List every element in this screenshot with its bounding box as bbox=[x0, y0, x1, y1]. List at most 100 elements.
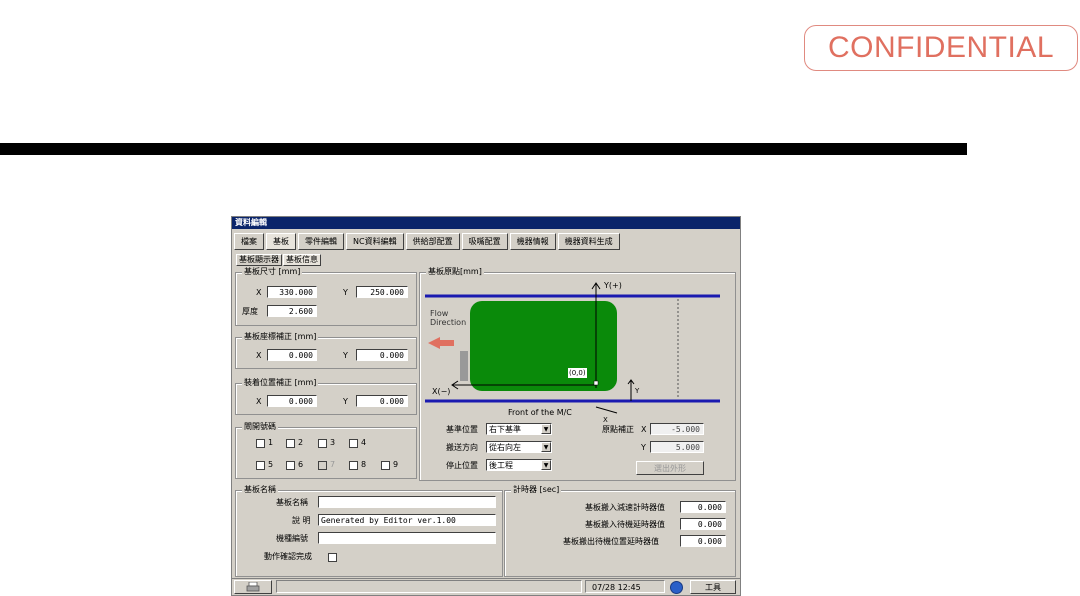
stopper-block bbox=[460, 351, 468, 381]
tab-nc-data[interactable]: NC資料編輯 bbox=[346, 233, 404, 250]
gate-3-label: 3 bbox=[330, 438, 336, 447]
x-dim-line bbox=[595, 406, 618, 414]
gate-5-checkbox[interactable] bbox=[256, 461, 265, 470]
gate-7-label: 7 bbox=[330, 460, 336, 469]
gate-6-label: 6 bbox=[298, 460, 304, 469]
board-offset-title: 基板座標補正 [mm] bbox=[242, 332, 319, 342]
timer-row-2-label: 基板搬入待機延時器值 bbox=[585, 520, 665, 529]
gate-9-checkbox[interactable] bbox=[381, 461, 390, 470]
origin-coord-label: (0,0) bbox=[568, 368, 587, 378]
conv-dir-select[interactable]: 從右向左 ▼ bbox=[486, 441, 552, 453]
confirm-done-label: 動作確認完成 bbox=[264, 552, 312, 561]
board-name-field[interactable] bbox=[318, 496, 496, 508]
tab-machine-data-gen[interactable]: 機器資料生成 bbox=[557, 233, 620, 250]
confirm-done-checkbox[interactable] bbox=[328, 553, 337, 562]
description-field[interactable]: Generated by Editor ver.1.00 bbox=[318, 514, 496, 526]
front-label: Front of the M/C bbox=[508, 408, 572, 417]
stop-pos-select[interactable]: 後工程 ▼ bbox=[486, 459, 552, 471]
board-offset-y-label: Y bbox=[343, 351, 348, 360]
y-dim-label: Y bbox=[635, 387, 640, 395]
board-offset-y-field[interactable]: 0.000 bbox=[356, 349, 408, 361]
chevron-down-icon: ▼ bbox=[541, 442, 551, 452]
tab-board[interactable]: 基板 bbox=[266, 233, 296, 250]
printer-icon bbox=[246, 581, 260, 592]
timer-group: 計時器 [sec] 基板搬入減速計時器值 0.000 基板搬入待機延時器值 0.… bbox=[504, 485, 736, 577]
thickness-field[interactable]: 2.600 bbox=[267, 305, 317, 317]
gate-6-checkbox[interactable] bbox=[286, 461, 295, 470]
board-origin-diagram bbox=[425, 282, 720, 414]
board-name-label: 基板名稱 bbox=[276, 498, 308, 507]
gate-4-checkbox[interactable] bbox=[349, 439, 358, 448]
ref-pos-select[interactable]: 右下基準 ▼ bbox=[486, 423, 552, 435]
window-title: 資料編輯 bbox=[232, 217, 740, 229]
board-size-title: 基板尺寸 [mm] bbox=[242, 267, 303, 277]
board-name-title: 基板名稱 bbox=[242, 485, 278, 495]
y-axis-label: Y(+) bbox=[604, 281, 622, 290]
board-size-group: 基板尺寸 [mm] X 330.000 Y 250.000 厚度 2.600 bbox=[235, 267, 417, 326]
tab-file[interactable]: 檔案 bbox=[234, 233, 264, 250]
flow-label-2: Direction bbox=[430, 318, 467, 327]
mount-offset-x-field[interactable]: 0.000 bbox=[267, 395, 317, 407]
timer-row-1-field[interactable]: 0.000 bbox=[680, 501, 726, 513]
tools-button[interactable]: 工具 bbox=[690, 580, 736, 594]
timer-row-3-field[interactable]: 0.000 bbox=[680, 535, 726, 547]
stop-pos-value: 後工程 bbox=[489, 461, 513, 470]
tab-nozzle-layout[interactable]: 吸嘴配置 bbox=[461, 233, 508, 250]
subtab-board-display[interactable]: 基板顯示器 bbox=[236, 254, 282, 266]
gate-1-label: 1 bbox=[268, 438, 274, 447]
gate-number-group: 閘開號碼 1 2 3 4 5 6 7 8 9 bbox=[235, 422, 417, 479]
mount-offset-group: 裝着位置補正 [mm] X 0.000 Y 0.000 bbox=[235, 378, 417, 415]
globe-icon[interactable] bbox=[670, 581, 683, 594]
mount-offset-title: 裝着位置補正 [mm] bbox=[242, 378, 319, 388]
corr-x-field[interactable]: -5.000 bbox=[650, 423, 704, 435]
mount-offset-y-label: Y bbox=[343, 397, 348, 406]
stop-pos-label: 停止位置 bbox=[446, 461, 478, 470]
tab-machine-info[interactable]: 機器情報 bbox=[509, 233, 556, 250]
origin-point bbox=[593, 380, 599, 386]
board-size-y-field[interactable]: 250.000 bbox=[356, 286, 408, 298]
tab-feeder-layout[interactable]: 供給部配置 bbox=[405, 233, 460, 250]
gate-3-checkbox[interactable] bbox=[318, 439, 327, 448]
origin-corr-label: 原點補正 bbox=[602, 425, 634, 434]
gate-1-checkbox[interactable] bbox=[256, 439, 265, 448]
thickness-label: 厚度 bbox=[242, 307, 258, 316]
calc-outline-button[interactable]: 選出外形 bbox=[636, 461, 704, 475]
subtab-board-info[interactable]: 基板信息 bbox=[283, 254, 321, 266]
board-offset-group: 基板座標補正 [mm] X 0.000 Y 0.000 bbox=[235, 332, 417, 369]
board-size-y-label: Y bbox=[343, 288, 348, 297]
timer-title: 計時器 [sec] bbox=[511, 485, 562, 495]
gate-5-label: 5 bbox=[268, 460, 274, 469]
conv-dir-label: 搬送方向 bbox=[446, 443, 478, 452]
gate-7-checkbox[interactable] bbox=[318, 461, 327, 470]
gate-8-checkbox[interactable] bbox=[349, 461, 358, 470]
board-offset-x-field[interactable]: 0.000 bbox=[267, 349, 317, 361]
header-rule bbox=[0, 143, 967, 155]
board-shape bbox=[470, 301, 617, 391]
gate-number-title: 閘開號碼 bbox=[242, 422, 278, 432]
status-bar: 07/28 12:45 工具 bbox=[232, 578, 740, 595]
board-origin-group: 基板原點[mm] Y(+) X(−) Flow Direction (0,0) … bbox=[419, 267, 736, 481]
gate-4-label: 4 bbox=[361, 438, 367, 447]
timer-row-1-label: 基板搬入減速計時器值 bbox=[585, 503, 665, 512]
gate-9-label: 9 bbox=[393, 460, 399, 469]
chevron-down-icon: ▼ bbox=[541, 460, 551, 470]
corr-y-field[interactable]: 5.000 bbox=[650, 441, 704, 453]
board-offset-x-label: X bbox=[256, 351, 262, 360]
gate-8-label: 8 bbox=[361, 460, 367, 469]
model-number-field[interactable] bbox=[318, 532, 496, 544]
timer-row-3-label: 基板搬出待機位置延時器值 bbox=[563, 537, 659, 546]
flow-arrow bbox=[428, 337, 454, 349]
board-size-x-field[interactable]: 330.000 bbox=[267, 286, 317, 298]
mount-offset-x-label: X bbox=[256, 397, 262, 406]
timer-row-2-field[interactable]: 0.000 bbox=[680, 518, 726, 530]
status-message-panel bbox=[276, 580, 582, 593]
gate-2-label: 2 bbox=[298, 438, 304, 447]
chevron-down-icon: ▼ bbox=[541, 424, 551, 434]
tab-parts-edit[interactable]: 零件編輯 bbox=[298, 233, 344, 250]
corr-y-label: Y bbox=[641, 443, 646, 452]
x-axis-label: X(−) bbox=[432, 387, 451, 396]
board-name-group: 基板名稱 基板名稱 說 明 Generated by Editor ver.1.… bbox=[235, 485, 503, 577]
gate-2-checkbox[interactable] bbox=[286, 439, 295, 448]
mount-offset-y-field[interactable]: 0.000 bbox=[356, 395, 408, 407]
printer-button[interactable] bbox=[234, 580, 272, 594]
